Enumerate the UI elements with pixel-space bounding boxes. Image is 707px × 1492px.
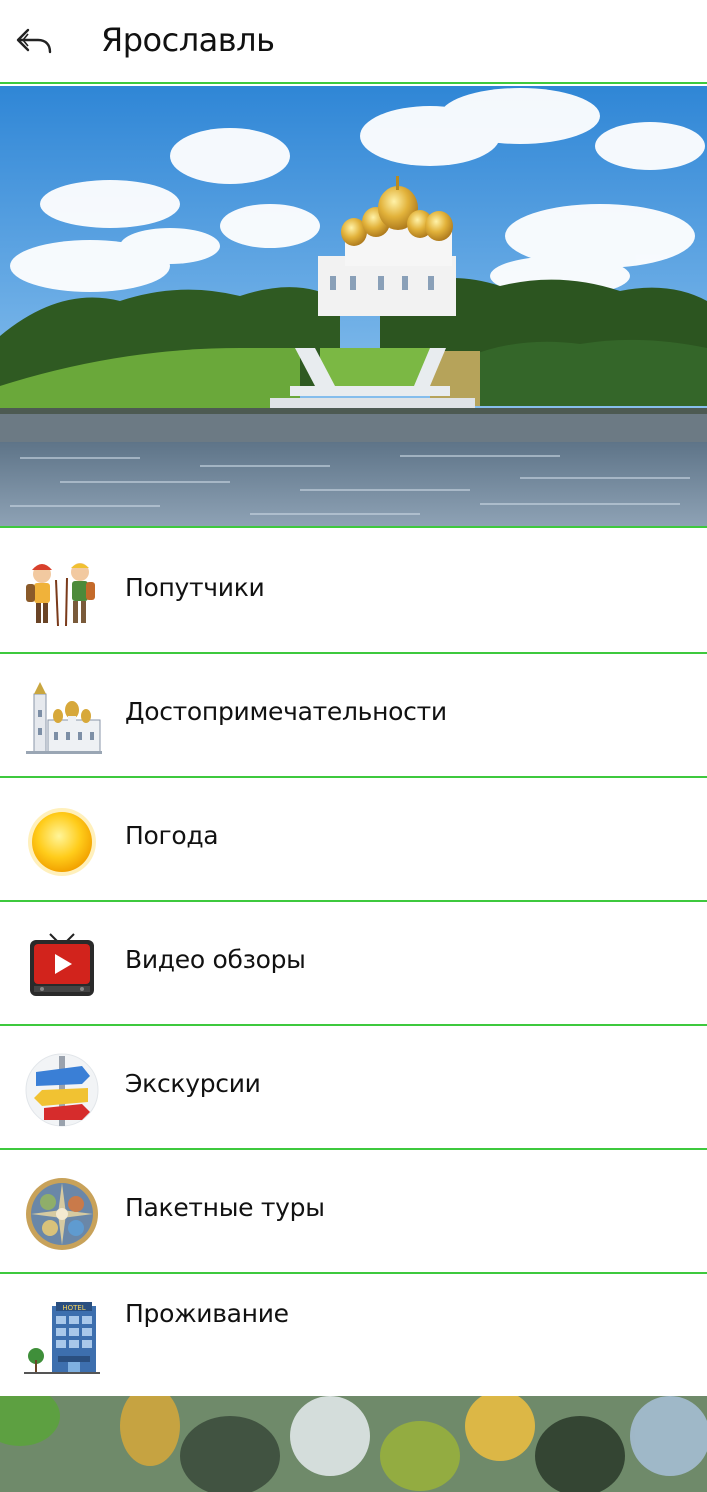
svg-text:HOTEL: HOTEL (62, 1304, 85, 1312)
menu-item-label: Пакетные туры (125, 1193, 325, 1222)
menu-item-label: Попутчики (125, 573, 265, 602)
hero-image (0, 86, 707, 528)
signpost-icon (22, 1052, 102, 1128)
menu-item-label: Видео обзоры (125, 945, 306, 974)
menu-item-label: Проживание (125, 1299, 289, 1328)
sun-icon (22, 804, 102, 880)
footer-background-image (0, 1396, 707, 1492)
main-menu: Попутчики Достопримечательности Погода В… (0, 530, 707, 1398)
menu-item-weather[interactable]: Погода (0, 778, 707, 902)
menu-item-video-reviews[interactable]: Видео обзоры (0, 902, 707, 1026)
menu-item-accommodation[interactable]: HOTEL Проживание (0, 1274, 707, 1398)
hotel-icon: HOTEL (22, 1300, 102, 1376)
menu-item-label: Погода (125, 821, 219, 850)
menu-item-label: Экскурсии (125, 1069, 261, 1098)
travelers-icon (22, 556, 102, 632)
menu-item-travelers[interactable]: Попутчики (0, 530, 707, 654)
back-arrow-icon (16, 28, 52, 54)
menu-item-label: Достопримечательности (125, 697, 447, 726)
app-header: Ярославль (0, 0, 707, 84)
church-icon (22, 680, 102, 756)
page-title: Ярославль (101, 21, 275, 59)
menu-item-excursions[interactable]: Экскурсии (0, 1026, 707, 1150)
back-button[interactable] (12, 20, 56, 64)
tv-play-icon (22, 928, 102, 1004)
tours-compass-icon (22, 1176, 102, 1252)
menu-item-sights[interactable]: Достопримечательности (0, 654, 707, 778)
menu-item-package-tours[interactable]: Пакетные туры (0, 1150, 707, 1274)
